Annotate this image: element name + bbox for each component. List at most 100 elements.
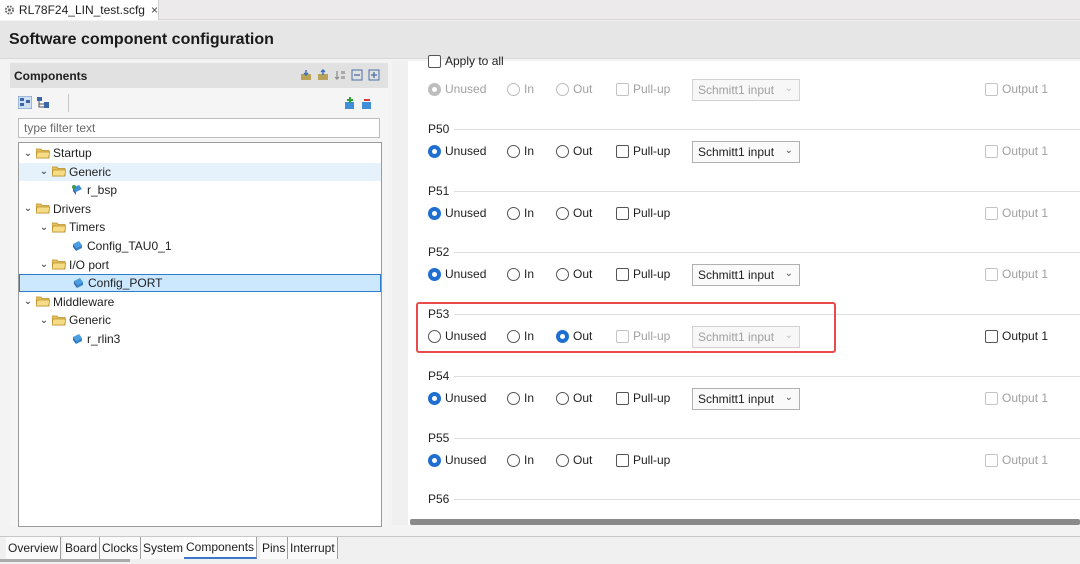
pullup-checkbox[interactable]: Pull-up [616,453,670,467]
radio-indicator [507,267,520,281]
out-radio[interactable]: Out [556,391,592,405]
expand-all-icon[interactable] [368,69,380,81]
collapse-all-icon[interactable] [351,69,363,81]
panel-divider[interactable] [392,61,408,525]
unused-radio[interactable]: Unused [428,267,486,281]
import-icon[interactable] [300,69,312,81]
component-icon [74,278,83,289]
tree-item-label: Drivers [53,201,91,216]
sort-icon[interactable] [334,69,346,81]
close-icon[interactable]: × [151,3,158,17]
editor-tab[interactable]: RL78F24_LIN_test.scfg × [0,0,159,20]
tree-item[interactable]: ⌄ Startup [19,144,381,162]
radio-indicator [556,144,569,158]
highlight-annotation [416,302,836,353]
tree-item[interactable]: ⌄ Drivers [19,200,381,218]
tab-clocks[interactable]: Clocks [100,537,142,559]
tab-interrupt[interactable]: Interrupt [288,537,338,559]
pin-name: P55 [428,431,450,445]
checkbox-label: Pull-up [633,82,671,96]
tab-overview[interactable]: Overview [6,537,62,559]
pullup-checkbox[interactable]: Pull-up [616,206,670,220]
checkbox-box [616,82,629,96]
chevron-down-icon: ⌄ [784,83,793,94]
chevron-down-icon: ⌄ [784,268,793,279]
chevron-down-icon[interactable]: ⌄ [23,203,33,214]
pin-row: Unused In Out Pull-up Output 1 [428,203,1078,223]
tree-item[interactable]: r_rlin3 [19,330,381,348]
chevron-down-icon: ⌄ [784,145,793,156]
folder-icon [36,296,50,307]
tab-board[interactable]: Board [63,537,101,559]
unused-radio[interactable]: Unused [428,144,486,158]
chevron-down-icon[interactable]: ⌄ [39,315,49,326]
apply-to-all-checkbox[interactable]: Apply to all [428,54,504,68]
radio-label: Unused [445,144,487,158]
unused-radio[interactable]: Unused [428,206,486,220]
in-radio[interactable]: In [507,206,534,220]
tab-system[interactable]: System [141,537,187,559]
tree-item[interactable]: ⌄ Timers [19,218,381,236]
radio-label: Unused [445,453,487,467]
horizontal-scrollbar[interactable] [410,519,1080,525]
output1-checkbox[interactable]: Output 1 [985,329,1048,343]
tab-components[interactable]: Components [184,537,258,559]
radio-indicator [428,144,441,158]
tree-item-label: Timers [69,220,106,235]
in-radio[interactable]: In [507,267,534,281]
unused-radio: Unused [428,82,486,96]
pullup-checkbox[interactable]: Pull-up [616,391,670,405]
add-component-icon[interactable] [343,97,356,110]
chevron-down-icon[interactable]: ⌄ [23,148,33,159]
out-radio[interactable]: Out [556,453,592,467]
pullup-checkbox[interactable]: Pull-up [616,267,670,281]
tree-item[interactable]: r_bsp [19,181,381,199]
pin-row: Unused In Out Pull-up Schmitt1 input ⌄ Output … [428,79,1078,101]
radio-indicator [556,206,569,220]
schmitt-select[interactable]: Schmitt1 input ⌄ [692,264,800,286]
tree-item[interactable]: ⌄ Generic [19,311,381,329]
in-radio[interactable]: In [507,391,534,405]
filter-input[interactable] [18,118,380,138]
in-radio[interactable]: In [507,144,534,158]
chevron-down-icon[interactable]: ⌄ [39,259,49,270]
radio-indicator [507,391,520,405]
tree-item[interactable]: Config_PORT [19,274,381,293]
folder-icon [52,315,66,326]
remove-component-icon[interactable] [360,97,373,110]
schmitt-select[interactable]: Schmitt1 input ⌄ [692,141,800,163]
pullup-checkbox: Pull-up [616,82,670,96]
chevron-down-icon[interactable]: ⌄ [39,166,49,177]
unused-radio[interactable]: Unused [428,453,486,467]
editor-tab-bar: RL78F24_LIN_test.scfg × [0,0,1080,20]
radio-indicator [556,391,569,405]
radio-indicator [507,206,520,220]
gear-icon [4,5,14,15]
radio-label: Out [573,206,593,220]
out-radio[interactable]: Out [556,144,592,158]
tree-item-label: Generic [69,164,112,179]
tab-pins[interactable]: Pins [260,537,289,559]
pullup-checkbox[interactable]: Pull-up [616,144,670,158]
tree-item-label: r_rlin3 [87,332,121,346]
radio-indicator [428,82,441,96]
unused-radio[interactable]: Unused [428,391,486,405]
radio-label: Unused [445,267,487,281]
category-view-icon[interactable] [18,96,32,109]
pin-group: P51 Unused In Out Pull-up Output 1 [418,184,1080,242]
chevron-down-icon[interactable]: ⌄ [23,296,33,307]
in-radio[interactable]: In [507,453,534,467]
tree-item[interactable]: Config_TAU0_1 [19,237,381,255]
tree-item[interactable]: ⌄ Middleware [19,293,381,311]
chevron-down-icon[interactable]: ⌄ [39,222,49,233]
out-radio[interactable]: Out [556,206,592,220]
schmitt-select[interactable]: Schmitt1 input ⌄ [692,388,800,410]
folder-icon [52,166,66,177]
tree-item[interactable]: ⌄ I/O port [19,256,381,274]
pin-row: Unused In Out Pull-up Output 1 [428,450,1078,470]
tree-item[interactable]: ⌄ Generic [19,162,381,181]
output1-checkbox: Output 1 [985,267,1048,281]
hierarchy-view-icon[interactable] [36,96,50,109]
export-icon[interactable] [317,69,329,81]
out-radio[interactable]: Out [556,267,592,281]
